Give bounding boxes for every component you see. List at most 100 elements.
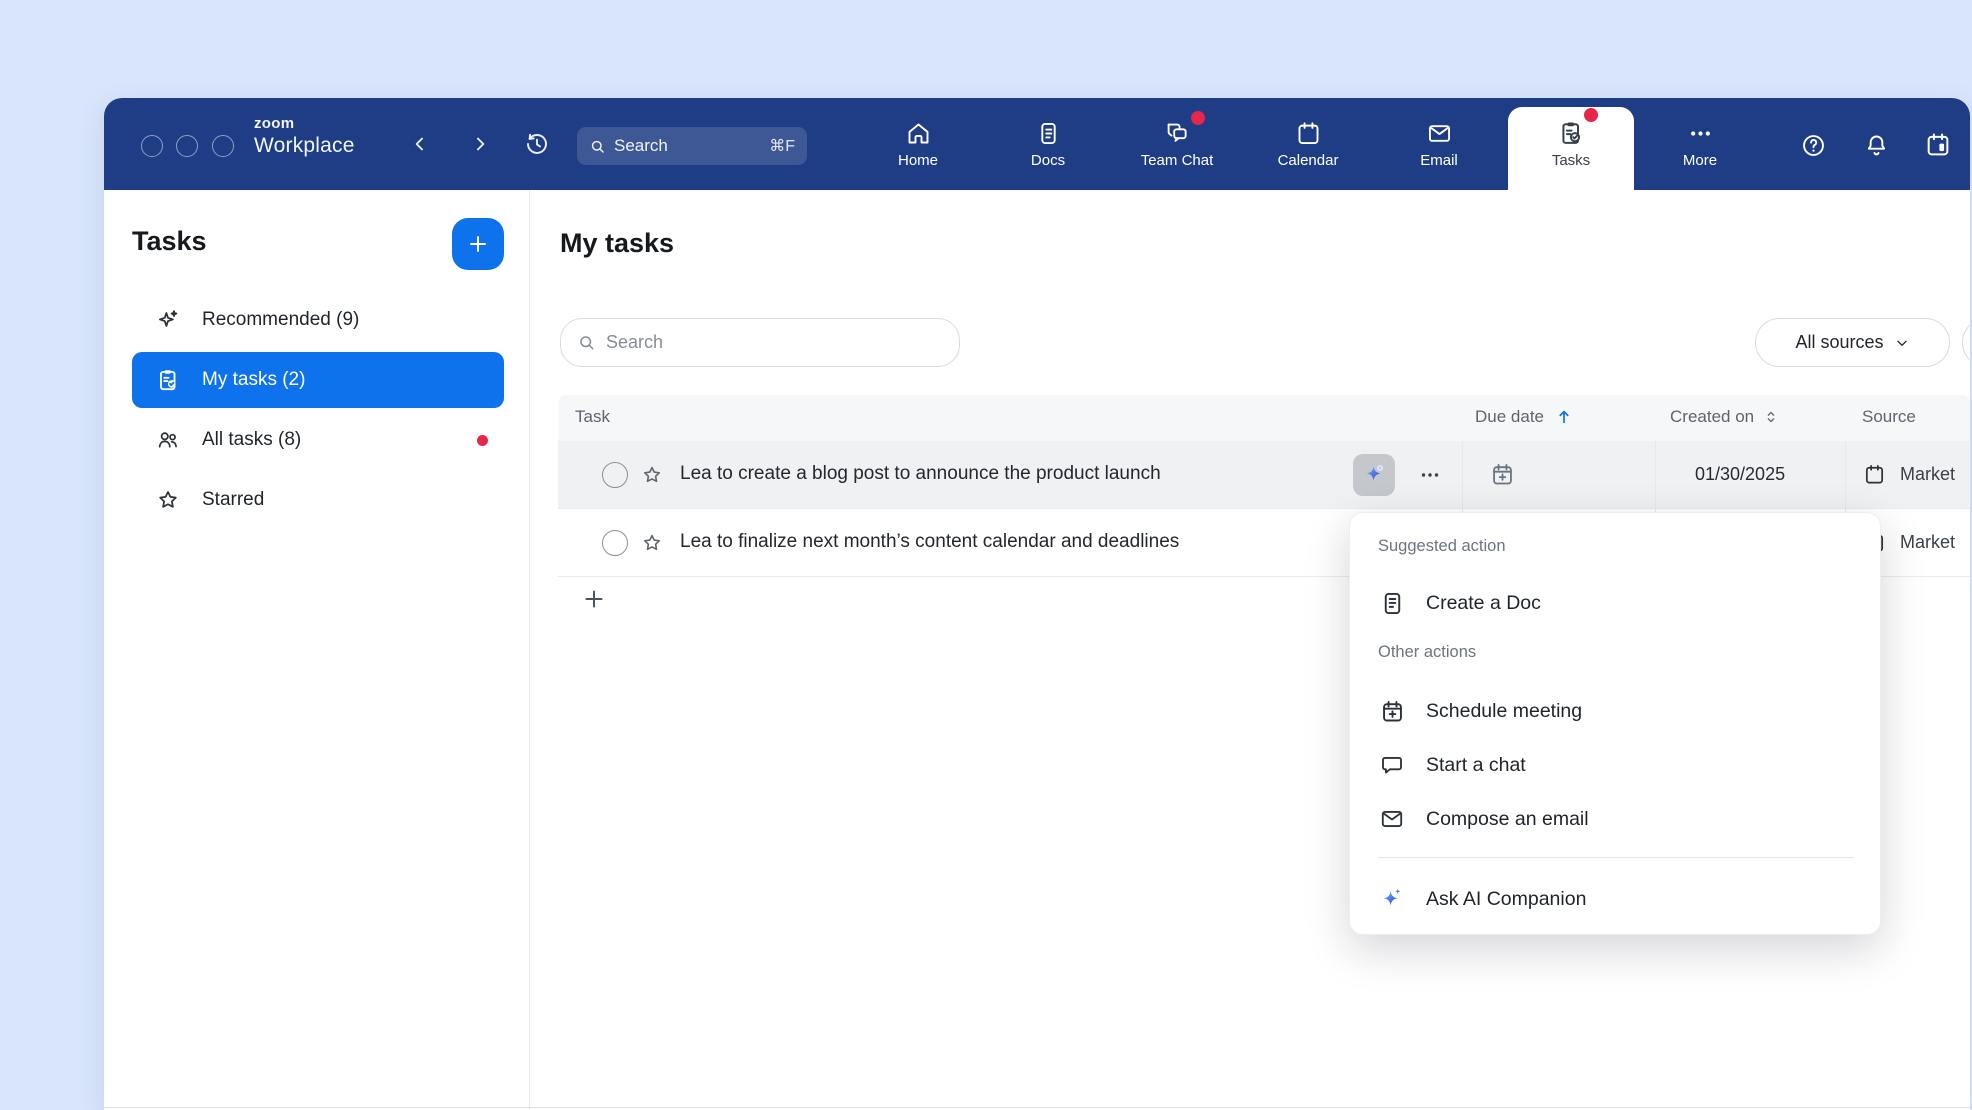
all-tasks-badge [477,435,488,446]
tab-more[interactable]: More [1650,98,1750,190]
tab-team-chat[interactable]: Team Chat [1127,98,1227,190]
tab-docs-label: Docs [1031,152,1065,169]
task-complete-checkbox[interactable] [602,462,628,488]
tab-calendar[interactable]: Calendar [1258,98,1358,190]
search-icon [589,138,606,155]
task-search[interactable] [560,318,960,367]
add-due-date-button[interactable] [1489,461,1516,493]
ai-sparkle-icon [1361,462,1387,488]
suggested-actions-menu: Suggested action Create a Doc Other acti… [1349,512,1881,935]
row-more-button[interactable] [1413,463,1447,487]
sidebar-item-label: Recommended (9) [202,309,359,331]
global-search[interactable]: ⌘F [577,127,807,165]
menu-item-create-doc[interactable]: Create a Doc [1366,579,1866,627]
forward-button[interactable] [470,134,490,159]
menu-item-label: Compose an email [1426,808,1589,831]
menu-divider [1378,857,1854,858]
tab-email[interactable]: Email [1389,98,1489,190]
star-icon [154,486,182,514]
calendar-icon [1863,463,1886,486]
home-icon [905,120,932,147]
menu-item-label: Schedule meeting [1426,700,1582,723]
star-icon[interactable] [640,531,664,560]
chevron-right-icon [470,134,490,154]
navbar: zoom Workplace ⌘F Home [104,98,1970,190]
sidebar-item-starred[interactable]: Starred [132,472,504,528]
calendar-today-button[interactable] [1921,128,1955,162]
window-control-close[interactable] [141,135,163,157]
filter-button-partial[interactable] [1962,318,1970,367]
logo-zoom-text: zoom [254,116,355,131]
sources-filter-dropdown[interactable]: All sources [1755,318,1950,367]
task-search-input[interactable] [606,332,943,353]
add-new-task-button[interactable] [580,585,608,613]
menu-item-label: Create a Doc [1426,592,1541,615]
column-header-due-date[interactable]: Due date [1475,407,1574,427]
sort-ascending-icon [1554,407,1574,427]
add-task-button[interactable] [452,218,504,270]
sidebar-item-label: My tasks (2) [202,369,305,391]
zoom-workplace-logo: zoom Workplace [254,116,355,156]
source-value: Market [1900,464,1955,485]
task-title: Lea to create a blog post to announce th… [680,463,1161,485]
source-value: Market [1900,532,1955,553]
menu-item-label: Start a chat [1426,754,1526,777]
created-on-cell: 01/30/2025 [1655,441,1845,508]
window-control-zoom[interactable] [212,135,234,157]
table-header: Task Due date Created on Source [558,395,1970,441]
menu-item-start-chat[interactable]: Start a chat [1366,741,1866,789]
tab-home[interactable]: Home [868,98,968,190]
email-icon [1426,120,1453,147]
task-row[interactable]: Lea to create a blog post to announce th… [558,441,1970,509]
star-icon[interactable] [640,463,664,492]
clipboard-check-icon [154,366,182,394]
sidebar-item-all-tasks[interactable]: All tasks (8) [132,412,504,468]
bell-icon [1863,132,1890,159]
column-header-source[interactable]: Source [1862,407,1916,427]
created-on-value: 01/30/2025 [1695,464,1785,485]
help-button[interactable] [1796,128,1830,162]
menu-item-schedule-meeting[interactable]: Schedule meeting [1366,687,1866,735]
global-search-input[interactable] [614,136,761,156]
docs-icon [1035,120,1062,147]
tab-tasks-label: Tasks [1552,152,1590,169]
calendar-plus-icon [1378,697,1406,725]
team-chat-icon [1163,119,1191,147]
sidebar-item-label: All tasks (8) [202,429,301,451]
menu-section-suggested: Suggested action [1378,537,1506,556]
search-icon [577,333,596,352]
menu-item-ask-ai-companion[interactable]: Ask AI Companion [1366,875,1866,923]
sidebar-item-my-tasks[interactable]: My tasks (2) [132,352,504,408]
tasks-badge [1584,108,1598,122]
back-button[interactable] [410,134,430,159]
sort-both-icon [1762,408,1780,426]
sidebar-item-label: Starred [202,489,264,511]
people-icon [154,426,182,454]
history-button[interactable] [524,131,550,162]
column-header-created-on[interactable]: Created on [1670,407,1780,427]
ai-companion-button[interactable] [1353,454,1395,496]
ellipsis-icon [1418,463,1442,487]
column-header-task[interactable]: Task [575,407,610,427]
sidebar: Tasks Recommended (9) My tasks (2) [104,190,530,1110]
menu-item-compose-email[interactable]: Compose an email [1366,795,1866,843]
sidebar-item-recommended[interactable]: Recommended (9) [132,292,504,348]
plus-icon [581,586,607,612]
task-complete-checkbox[interactable] [602,530,628,556]
history-clock-icon [524,131,550,157]
doc-icon [1378,589,1406,617]
task-title: Lea to finalize next month’s content cal… [680,531,1179,553]
due-date-cell [1462,441,1655,508]
tab-team-chat-label: Team Chat [1141,152,1214,169]
window-control-minimize[interactable] [176,135,198,157]
more-ellipsis-icon [1687,120,1714,147]
tab-home-label: Home [898,152,938,169]
sources-filter-label: All sources [1795,332,1883,353]
menu-item-label: Ask AI Companion [1426,888,1586,911]
team-chat-badge [1191,111,1205,125]
tab-docs[interactable]: Docs [998,98,1098,190]
column-header-due-date-label: Due date [1475,407,1544,427]
tab-tasks[interactable]: Tasks [1521,98,1621,190]
notifications-button[interactable] [1859,128,1893,162]
chat-bubble-icon [1378,751,1406,779]
